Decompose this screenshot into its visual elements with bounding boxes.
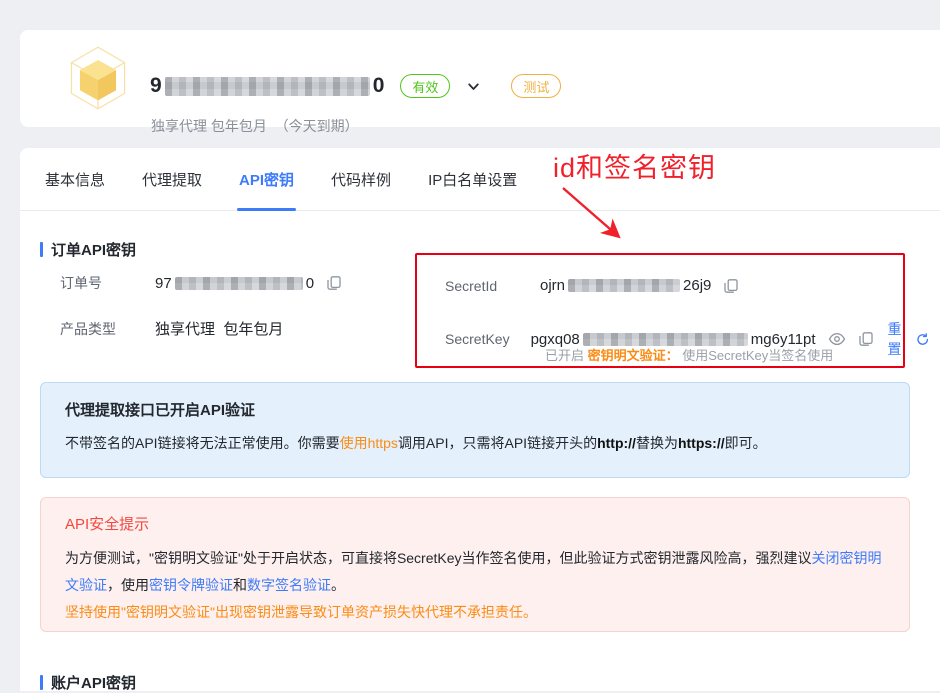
warning-body: 为方便测试，"密钥明文验证"处于开启状态，可直接将SecretKey当作签名使用… — [65, 545, 887, 626]
order-number-title: 90 — [150, 74, 384, 98]
warning-title: API安全提示 — [65, 513, 885, 534]
copy-icon[interactable] — [723, 278, 739, 294]
masked-order-number — [165, 77, 370, 96]
api-key-card: 基本信息 代理提取 API密钥 代码样例 IP白名单设置 订单API密钥 订单号… — [20, 148, 940, 691]
product-cube-icon — [64, 44, 132, 112]
tab-code-samples[interactable]: 代码样例 — [331, 148, 391, 210]
order-header-card: 90 有效 测试 独享代理 包年包月 （今天到期） — [20, 30, 940, 127]
tab-ip-whitelist[interactable]: IP白名单设置 — [428, 148, 517, 210]
order-api-key-section-title: 订单API密钥 — [40, 239, 136, 260]
masked-order-no — [175, 277, 303, 290]
handwritten-annotation: id和签名密钥 — [553, 146, 716, 185]
secret-id-label: SecretId — [445, 278, 540, 294]
test-badge: 测试 — [511, 74, 561, 98]
info-box-body: 不带签名的API链接将无法正常使用。你需要使用https调用API，只需将API… — [65, 433, 885, 453]
tab-bar: 基本信息 代理提取 API密钥 代码样例 IP白名单设置 — [20, 148, 940, 211]
reset-secret-key-button[interactable]: 重置 — [888, 319, 929, 359]
copy-icon[interactable] — [326, 275, 342, 291]
tab-proxy-extract[interactable]: 代理提取 — [142, 148, 202, 210]
use-https-link[interactable]: 使用https — [340, 435, 398, 451]
api-verify-info-box: 代理提取接口已开启API验证 不带签名的API链接将无法正常使用。你需要使用ht… — [40, 382, 910, 478]
order-no-row: 订单号 970 — [60, 273, 342, 293]
info-box-title: 代理提取接口已开启API验证 — [65, 399, 885, 420]
warning-last-line: 坚持使用"密钥明文验证"出现密钥泄露导致订单资产损失快代理不承担责任。 — [65, 599, 887, 626]
plaintext-verify-note: 已开启 密钥明文验证： 使用SecretKey当签名使用 — [545, 345, 833, 364]
masked-secret-key — [583, 333, 748, 346]
secret-id-row: SecretId ojrn26j9 — [445, 277, 739, 294]
tab-api-key[interactable]: API密钥 — [239, 148, 294, 210]
account-api-key-section-title: 账户API密钥 — [40, 672, 136, 693]
product-type-row: 产品类型 独享代理 包年包月 — [60, 318, 283, 339]
product-type-value: 独享代理 包年包月 — [155, 318, 283, 339]
order-no-label: 订单号 — [60, 273, 155, 293]
digital-sign-verify-link[interactable]: 数字签名验证 — [247, 577, 331, 593]
copy-icon[interactable] — [858, 331, 874, 347]
status-badge: 有效 — [400, 74, 450, 98]
secret-highlight-box: SecretId ojrn26j9 SecretKey pgxq08mg6y11… — [415, 253, 905, 368]
product-type-label: 产品类型 — [60, 319, 155, 339]
section-bar — [40, 675, 43, 690]
secret-key-label: SecretKey — [445, 331, 531, 347]
chevron-down-icon[interactable] — [466, 79, 481, 94]
key-token-verify-link[interactable]: 密钥令牌验证 — [149, 577, 233, 593]
api-security-warning-box: API安全提示 为方便测试，"密钥明文验证"处于开启状态，可直接将SecretK… — [40, 497, 910, 632]
masked-secret-id — [568, 279, 680, 292]
refresh-icon — [916, 332, 929, 347]
secret-id-value: ojrn26j9 — [540, 277, 711, 294]
section-bar — [40, 242, 43, 257]
order-no-value: 970 — [155, 275, 314, 292]
order-subtitle: 独享代理 包年包月 （今天到期） — [151, 116, 359, 136]
tab-basic-info[interactable]: 基本信息 — [45, 148, 105, 210]
